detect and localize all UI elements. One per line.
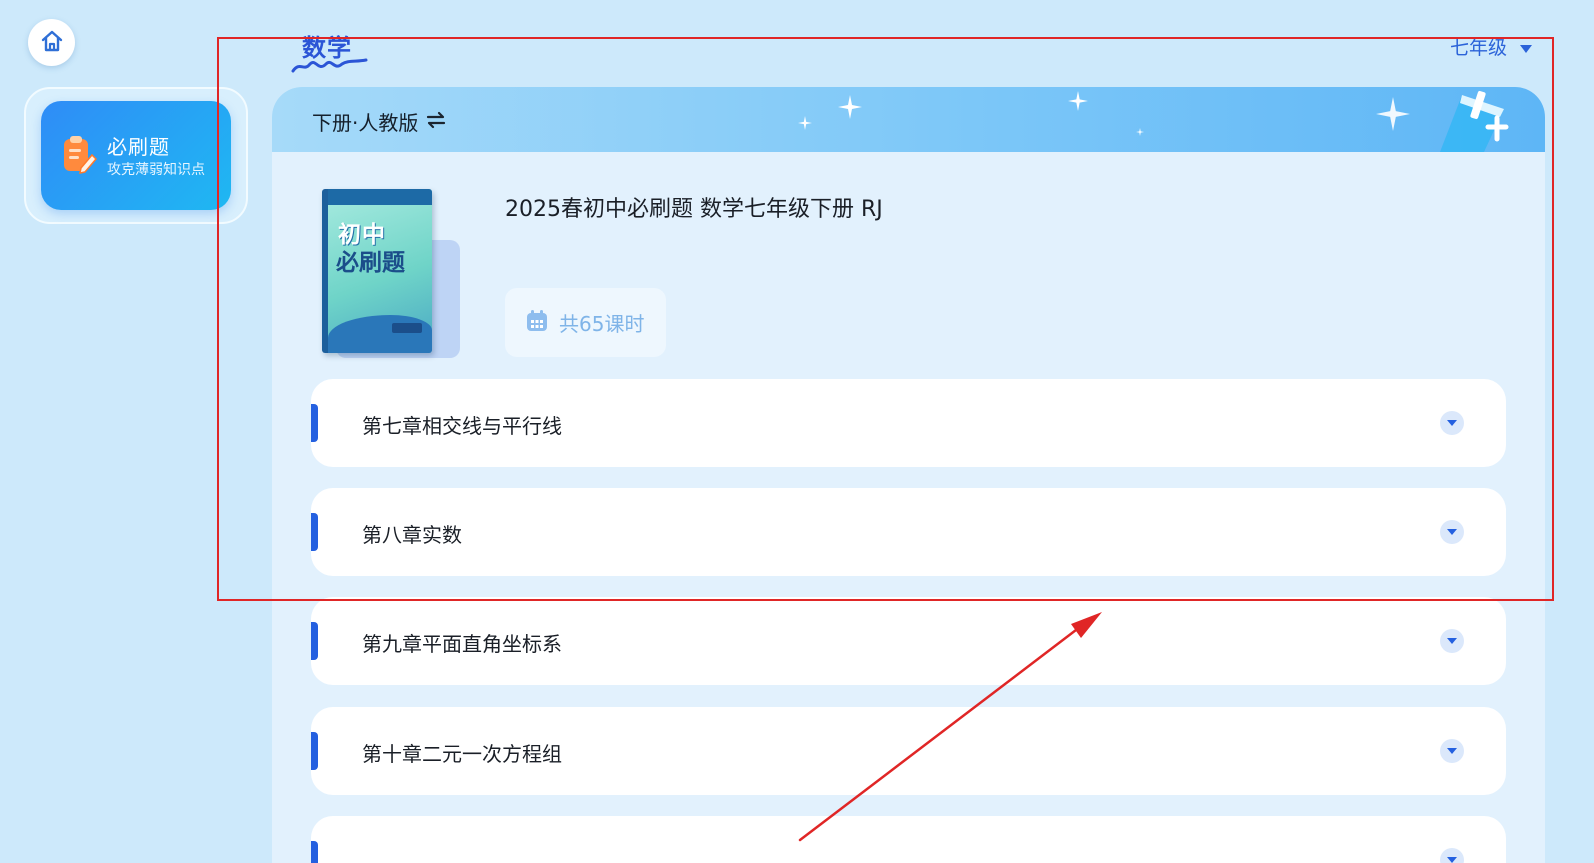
sidebar-card-title: 必刷题 xyxy=(107,135,170,159)
chapter-item[interactable]: 第八章实数 xyxy=(311,488,1506,576)
sparkle-icon xyxy=(798,116,812,130)
edition-banner: 下册·人教版 xyxy=(272,87,1545,152)
chapter-marker xyxy=(311,513,318,551)
chapter-item[interactable]: 第九章平面直角坐标系 xyxy=(311,597,1506,685)
book-cover[interactable]: 初中 必刷题 xyxy=(322,189,432,353)
sparkle-icon xyxy=(1136,128,1144,136)
chapter-marker xyxy=(311,841,318,863)
main-panel: 下册·人教版 初中 必刷题 2025春初中必刷题 数学七年级下册 RJ 共65课… xyxy=(272,87,1545,863)
notepad-pencil-icon xyxy=(61,135,98,179)
lessons-count: 共65课时 xyxy=(559,312,645,336)
home-button[interactable] xyxy=(28,19,75,66)
chapter-item[interactable] xyxy=(311,816,1506,863)
subject-underline xyxy=(291,58,368,73)
sparkle-icon xyxy=(1376,97,1410,131)
lessons-badge: 共65课时 xyxy=(505,288,666,357)
chapter-item[interactable]: 第七章相交线与平行线 xyxy=(311,379,1506,467)
sidebar-item-bishuati[interactable]: 必刷题 攻克薄弱知识点 xyxy=(41,101,231,210)
chapter-title: 第十章二元一次方程组 xyxy=(362,742,562,766)
edition-label: 下册·人教版 xyxy=(312,111,419,135)
chevron-down-icon[interactable] xyxy=(1440,848,1464,863)
chapter-marker xyxy=(311,404,318,442)
chapter-marker xyxy=(311,732,318,770)
book-cover-line2: 必刷题 xyxy=(336,250,405,276)
book-title: 2025春初中必刷题 数学七年级下册 RJ xyxy=(505,197,883,222)
sidebar-card-subtitle: 攻克薄弱知识点 xyxy=(107,162,205,178)
calendar-icon xyxy=(525,309,549,337)
chevron-down-icon[interactable] xyxy=(1440,739,1464,763)
book-decoration-icon xyxy=(1440,90,1509,152)
chevron-down-icon[interactable] xyxy=(1440,520,1464,544)
chapter-item[interactable]: 第十章二元一次方程组 xyxy=(311,707,1506,795)
chapter-title: 第八章实数 xyxy=(362,523,462,547)
home-icon xyxy=(39,28,65,58)
grade-label: 七年级 xyxy=(1450,37,1508,59)
chapter-title: 第九章平面直角坐标系 xyxy=(362,632,562,656)
chevron-down-icon[interactable] xyxy=(1440,411,1464,435)
grade-selector[interactable]: 七年级 xyxy=(1450,33,1533,60)
chevron-down-icon[interactable] xyxy=(1440,629,1464,653)
caret-down-icon xyxy=(1519,37,1533,59)
swap-icon xyxy=(426,110,446,134)
edition-switch[interactable]: 下册·人教版 xyxy=(312,107,446,136)
sparkle-icon xyxy=(838,95,862,119)
sparkle-icon xyxy=(1068,91,1088,111)
chapter-marker xyxy=(311,622,318,660)
chapter-title: 第七章相交线与平行线 xyxy=(362,414,562,438)
